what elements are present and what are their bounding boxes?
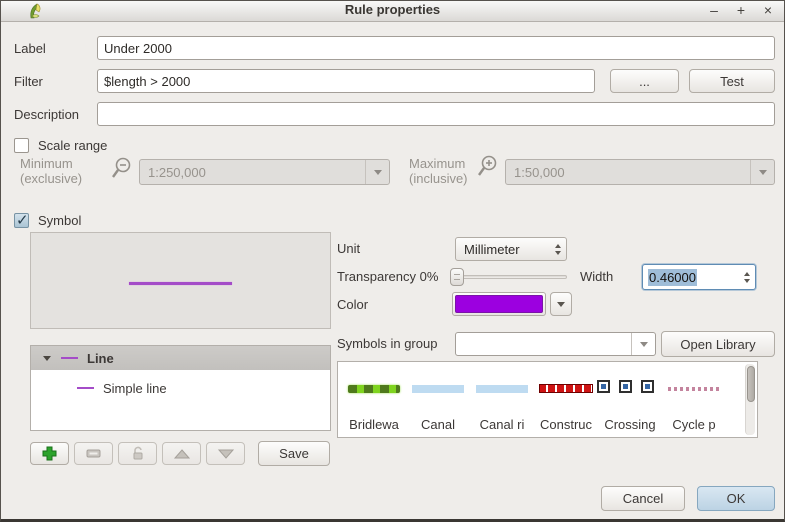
label-input[interactable]: [97, 36, 775, 60]
plus-icon: [42, 446, 57, 461]
list-item[interactable]: Construc: [534, 368, 598, 435]
maximum-scale-label-line1: Maximum: [409, 156, 466, 171]
bridleway-line-icon: [348, 385, 400, 393]
line-symbol-icon: [61, 357, 78, 359]
symbol-name: Bridlewa: [349, 417, 399, 432]
maximum-scale-label: Maximum (inclusive): [409, 156, 468, 186]
symbol-name: Construc: [539, 417, 593, 432]
open-library-button[interactable]: Open Library: [661, 331, 775, 357]
maximum-scale-combo[interactable]: 1:50,000: [505, 159, 775, 185]
minimum-scale-value: 1:250,000: [148, 164, 206, 180]
symbols-in-group-dropdown-icon[interactable]: [631, 333, 655, 355]
minimum-scale-label: Minimum (exclusive): [20, 156, 82, 186]
symbol-library-list: Bridlewa Canal Canal ri Construc Crossin…: [337, 361, 758, 438]
move-layer-down-button[interactable]: [206, 442, 245, 465]
minimize-icon[interactable]: –: [707, 1, 721, 19]
maximize-icon[interactable]: +: [734, 1, 748, 19]
scale-range-checkbox[interactable]: [14, 138, 29, 153]
label-field-label: Label: [14, 41, 46, 56]
width-value: 0.46000: [648, 268, 697, 286]
ok-button[interactable]: OK: [697, 486, 775, 511]
color-button[interactable]: [452, 292, 546, 316]
canal-river-line-icon: [476, 385, 528, 393]
down-arrow-icon: [217, 449, 234, 459]
close-icon[interactable]: ×: [761, 1, 775, 19]
list-item[interactable]: Cycle p: [662, 368, 726, 435]
move-layer-up-button[interactable]: [162, 442, 201, 465]
transparency-slider-track[interactable]: [451, 275, 567, 279]
description-field-label: Description: [14, 107, 80, 122]
filter-input[interactable]: [97, 69, 595, 93]
up-arrow-icon: [173, 448, 190, 458]
window-title: Rule properties: [344, 2, 441, 17]
minimum-scale-dropdown-icon[interactable]: [365, 160, 389, 184]
tree-child-label: Simple line: [103, 380, 167, 396]
symbol-layer-tree: Line Simple line: [30, 345, 331, 431]
minus-icon: [86, 449, 101, 458]
simple-line-icon: [77, 387, 94, 389]
lock-icon: [133, 446, 142, 460]
rule-properties-dialog: Rule properties – + × Label Filter ... T…: [0, 0, 785, 522]
color-label: Color: [337, 297, 369, 312]
transparency-label: Transparency 0%: [337, 269, 439, 284]
list-item[interactable]: Bridlewa: [342, 368, 406, 435]
unit-spinner-icon[interactable]: [555, 238, 561, 260]
add-layer-button[interactable]: [30, 442, 69, 465]
symbol-name: Crossing: [604, 417, 656, 432]
canal-line-icon: [412, 385, 464, 393]
symbol-preview: [30, 232, 331, 329]
test-filter-button[interactable]: Test: [689, 69, 775, 93]
width-spinbox[interactable]: 0.46000: [642, 264, 756, 290]
unit-combo[interactable]: Millimeter: [455, 237, 567, 261]
list-item[interactable]: Crossing: [597, 368, 662, 435]
symbol-name: Cycle p: [672, 417, 716, 432]
transparency-slider-handle[interactable]: [450, 268, 464, 286]
construction-line-icon: [539, 384, 593, 393]
library-scrollbar-thumb[interactable]: [747, 366, 755, 402]
list-item[interactable]: Canal ri: [470, 368, 534, 435]
color-dropdown-button[interactable]: [550, 292, 572, 316]
tree-child-row[interactable]: Simple line: [31, 376, 330, 400]
expander-icon[interactable]: [43, 355, 51, 361]
unit-value: Millimeter: [464, 241, 520, 257]
zoom-in-icon: [478, 155, 497, 176]
tree-root-row[interactable]: Line: [31, 346, 330, 370]
symbol-name: Canal: [421, 417, 455, 432]
filter-field-label: Filter: [14, 74, 43, 89]
crossing-markers-icon: [597, 380, 657, 396]
width-spinner-icon[interactable]: [744, 265, 750, 289]
cycle-path-line-icon: [668, 387, 720, 391]
symbols-in-group-label: Symbols in group: [337, 336, 438, 351]
save-symbol-button[interactable]: Save: [258, 441, 330, 466]
color-swatch-fill: [455, 295, 543, 313]
maximum-scale-value: 1:50,000: [514, 164, 565, 180]
scale-range-label: Scale range: [38, 138, 108, 153]
remove-layer-button[interactable]: [74, 442, 113, 465]
description-input[interactable]: [97, 102, 775, 126]
unit-label: Unit: [337, 241, 361, 256]
symbol-label: Symbol: [38, 213, 82, 228]
minimum-scale-label-line1: Minimum: [20, 156, 73, 171]
list-item[interactable]: Canal: [406, 368, 470, 435]
titlebar: Rule properties – + ×: [0, 0, 785, 22]
symbol-name: Canal ri: [479, 417, 525, 432]
lock-layer-button[interactable]: [118, 442, 157, 465]
symbols-in-group-combo[interactable]: [455, 332, 656, 356]
zoom-out-icon: [112, 157, 131, 178]
maximum-scale-dropdown-icon[interactable]: [750, 160, 774, 184]
expression-builder-button[interactable]: ...: [610, 69, 679, 93]
symbol-checkbox[interactable]: [14, 211, 29, 229]
maximum-scale-label-line2: (inclusive): [409, 171, 468, 186]
minimum-scale-combo[interactable]: 1:250,000: [139, 159, 390, 185]
minimum-scale-label-line2: (exclusive): [20, 171, 83, 186]
symbol-preview-line: [129, 282, 232, 285]
library-scrollbar[interactable]: [745, 364, 755, 435]
width-label: Width: [580, 269, 614, 284]
cancel-button[interactable]: Cancel: [601, 486, 685, 511]
tree-root-label: Line: [87, 350, 114, 366]
